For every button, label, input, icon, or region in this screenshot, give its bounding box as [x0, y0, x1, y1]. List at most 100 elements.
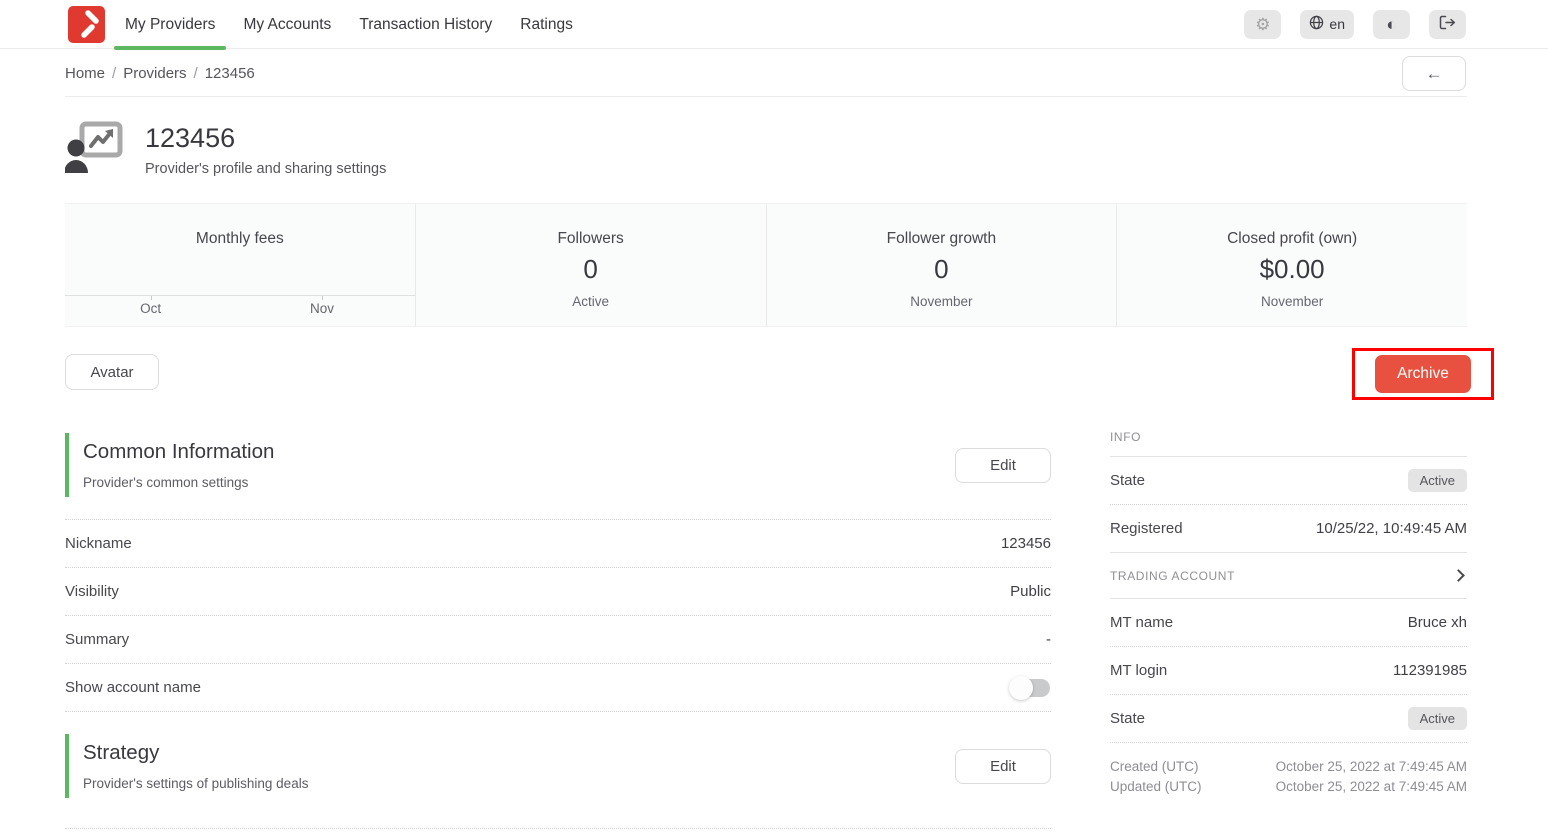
stat-closed-profit: Closed profit (own) $0.00 November	[1116, 204, 1467, 326]
stat-title: Followers	[416, 230, 766, 248]
row-nickname: Nickname 123456	[65, 520, 1051, 568]
breadcrumb-providers[interactable]: Providers	[123, 65, 186, 82]
stat-follower-growth: Follower growth 0 November	[766, 204, 1117, 326]
stat-monthly-fees: Monthly fees Oct Nov	[65, 204, 415, 326]
stat-value: 0	[767, 254, 1117, 285]
stat-followers: Followers 0 Active	[415, 204, 766, 326]
main-content: Common Information Provider's common set…	[65, 411, 1467, 837]
row-label: Registered	[1110, 520, 1183, 537]
settings-column: Common Information Provider's common set…	[65, 411, 1051, 837]
stat-title: Closed profit (own)	[1117, 230, 1467, 248]
globe-icon	[1309, 15, 1324, 34]
row-summary: Summary -	[65, 616, 1051, 664]
row-label: Show account name	[65, 679, 201, 696]
stat-caption: November	[767, 294, 1117, 309]
common-information-rows: Nickname 123456 Visibility Public Summar…	[65, 519, 1051, 712]
row-show-account-name: Show account name	[65, 664, 1051, 712]
top-nav: My Providers My Accounts Transaction His…	[0, 0, 1548, 49]
language-label: en	[1329, 16, 1345, 32]
trading-account-header[interactable]: TRADING ACCOUNT	[1110, 553, 1467, 599]
breadcrumb-row: Home / Providers / 123456 ←	[0, 49, 1548, 97]
logout-button[interactable]	[1429, 10, 1466, 39]
row-visibility: Visibility Public	[65, 568, 1051, 616]
row-label: MT name	[1110, 614, 1173, 631]
edit-common-information-button[interactable]: Edit	[955, 448, 1051, 483]
edit-strategy-button[interactable]: Edit	[955, 749, 1051, 784]
meta-label: Created (UTC)	[1110, 757, 1199, 777]
meta-label: Updated (UTC)	[1110, 777, 1202, 797]
section-subtitle: Provider's settings of publishing deals	[83, 776, 308, 791]
row-value: Bruce xh	[1408, 614, 1467, 631]
stat-title: Monthly fees	[65, 230, 415, 248]
provider-profile-icon	[65, 121, 123, 178]
back-button[interactable]: ←	[1402, 56, 1466, 91]
show-account-name-toggle[interactable]	[1009, 676, 1051, 700]
nav-ratings[interactable]: Ratings	[515, 0, 578, 49]
info-panel: INFO State Active Registered 10/25/22, 1…	[1110, 411, 1467, 837]
info-section-title: INFO	[1110, 417, 1467, 457]
status-badge: Active	[1408, 469, 1467, 492]
section-subtitle: Provider's common settings	[83, 475, 274, 490]
row-label: Nickname	[65, 535, 132, 552]
created-line: Created (UTC) October 25, 2022 at 7:49:4…	[1110, 757, 1467, 777]
settings-button[interactable]: ⚙	[1244, 10, 1281, 39]
stat-value: 0	[416, 254, 766, 285]
trading-account-title: TRADING ACCOUNT	[1110, 569, 1235, 583]
row-registered: Registered 10/25/22, 10:49:45 AM	[1110, 505, 1467, 553]
stat-value: $0.00	[1117, 254, 1467, 285]
status-badge: Active	[1408, 707, 1467, 730]
row-value: 10/25/22, 10:49:45 AM	[1316, 520, 1467, 537]
strategy-header: Strategy Provider's settings of publishi…	[65, 734, 1051, 798]
chart-axis	[65, 295, 415, 296]
stats-strip: Monthly fees Oct Nov Followers 0 Active …	[65, 203, 1467, 327]
row-hide-stops: Hide stops	[65, 829, 1051, 837]
breadcrumb-home[interactable]: Home	[65, 65, 105, 82]
archive-button[interactable]: Archive	[1375, 355, 1471, 393]
updated-line: Updated (UTC) October 25, 2022 at 7:49:4…	[1110, 777, 1467, 797]
gear-icon: ⚙	[1255, 16, 1270, 33]
app-logo-icon[interactable]	[68, 6, 105, 43]
contrast-icon: ◐	[1386, 16, 1396, 33]
nav-actions: ⚙ en ◐	[1244, 10, 1466, 39]
row-mt-name: MT name Bruce xh	[1110, 599, 1467, 647]
nav-transaction-history[interactable]: Transaction History	[354, 0, 497, 49]
breadcrumb-separator: /	[112, 65, 116, 82]
language-button[interactable]: en	[1300, 10, 1354, 39]
strategy-rows: Hide stops	[65, 828, 1051, 837]
row-label: Visibility	[65, 583, 119, 600]
row-label: Summary	[65, 631, 129, 648]
theme-toggle-button[interactable]: ◐	[1373, 10, 1410, 39]
chevron-right-icon	[1452, 569, 1465, 582]
timestamps-block: Created (UTC) October 25, 2022 at 7:49:4…	[1110, 743, 1467, 797]
stat-caption: Active	[416, 294, 766, 309]
row-value: 123456	[1001, 535, 1051, 552]
nav-my-providers[interactable]: My Providers	[120, 0, 220, 49]
row-state: State Active	[1110, 457, 1467, 505]
row-value: Public	[1010, 583, 1051, 600]
page-title: 123456	[145, 123, 386, 154]
back-arrow-icon: ←	[1426, 64, 1443, 83]
row-label: State	[1110, 710, 1145, 727]
stat-title: Follower growth	[767, 230, 1117, 248]
divider	[65, 96, 1467, 97]
meta-value: October 25, 2022 at 7:49:45 AM	[1276, 777, 1467, 797]
nav-my-accounts[interactable]: My Accounts	[238, 0, 336, 49]
logout-icon	[1439, 15, 1456, 34]
page-header: 123456 Provider's profile and sharing se…	[0, 97, 1548, 203]
section-title: Common Information	[83, 440, 274, 464]
meta-value: October 25, 2022 at 7:49:45 AM	[1276, 757, 1467, 777]
row-mt-login: MT login 112391985	[1110, 647, 1467, 695]
breadcrumb: Home / Providers / 123456	[65, 65, 255, 82]
row-label: State	[1110, 472, 1145, 489]
toggle-knob	[1009, 676, 1033, 700]
stat-caption: November	[1117, 294, 1467, 309]
annotation-highlight-box: Archive	[1352, 348, 1494, 400]
row-value: -	[1046, 631, 1051, 648]
breadcrumb-separator: /	[194, 65, 198, 82]
breadcrumb-current: 123456	[205, 65, 255, 82]
common-information-header: Common Information Provider's common set…	[65, 433, 1051, 497]
axis-label-oct: Oct	[140, 301, 161, 316]
main-nav: My Providers My Accounts Transaction His…	[120, 0, 596, 49]
row-value: 112391985	[1393, 662, 1467, 679]
avatar-button[interactable]: Avatar	[65, 354, 159, 390]
